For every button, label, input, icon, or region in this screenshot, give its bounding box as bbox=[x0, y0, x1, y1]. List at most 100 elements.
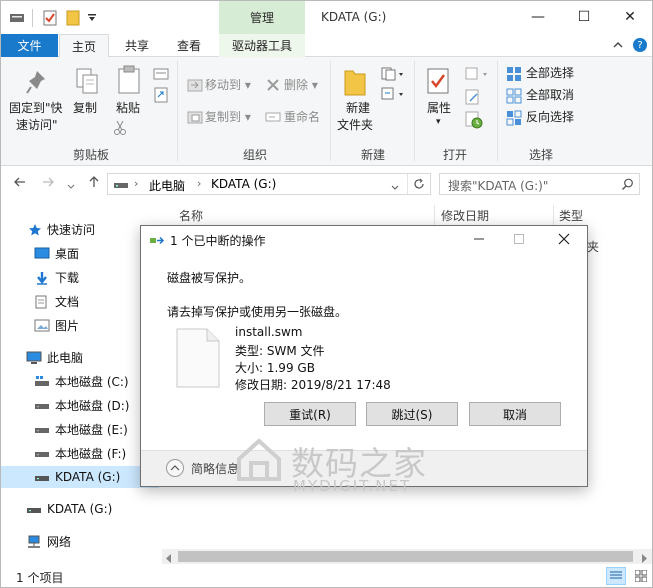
nav-disk-e[interactable]: 本地磁盘 (E:) bbox=[1, 418, 159, 440]
scrollbar-thumb[interactable] bbox=[178, 551, 633, 562]
paste-button[interactable]: 粘贴 bbox=[116, 100, 140, 117]
column-divider[interactable] bbox=[553, 205, 554, 227]
copy-to-icon bbox=[187, 109, 203, 128]
row-type-cell: 夹 bbox=[587, 240, 600, 254]
search-input[interactable]: 搜索"KDATA (G:)" bbox=[439, 173, 640, 195]
dialog-title: 1 个已中断的操作 bbox=[170, 234, 266, 248]
select-none-icon bbox=[506, 88, 522, 107]
new-folder-icon[interactable] bbox=[64, 9, 82, 27]
column-header-modified[interactable]: 修改日期 bbox=[441, 207, 489, 224]
nav-pictures[interactable]: 图片 bbox=[1, 314, 159, 336]
paste-shortcut-icon[interactable] bbox=[153, 87, 169, 106]
search-placeholder: 搜索"KDATA (G:)" bbox=[448, 179, 549, 193]
nav-downloads[interactable]: 下载 bbox=[1, 266, 159, 288]
breadcrumb-separator: › bbox=[134, 177, 139, 190]
select-none-button[interactable]: 全部取消 bbox=[526, 87, 574, 104]
star-icon bbox=[28, 223, 42, 236]
rename-button[interactable]: 重命名 bbox=[284, 109, 320, 126]
recent-dropdown-icon[interactable] bbox=[67, 178, 75, 194]
watermark-logo bbox=[233, 433, 285, 488]
edit-icon[interactable] bbox=[465, 89, 481, 108]
properties-icon bbox=[426, 67, 450, 98]
tab-share[interactable]: 共享 bbox=[115, 34, 159, 57]
copy-to-button[interactable]: 复制到 ▾ bbox=[205, 109, 251, 126]
skip-button[interactable]: 跳过(S) bbox=[366, 402, 458, 426]
dialog-close-button[interactable] bbox=[551, 227, 577, 251]
column-divider[interactable] bbox=[434, 205, 435, 227]
chevron-up-icon[interactable] bbox=[166, 459, 184, 477]
nav-this-pc[interactable]: 此电脑 bbox=[1, 346, 159, 368]
manage-tab[interactable]: 管理 bbox=[219, 1, 305, 34]
new-folder-button[interactable]: 新建 文件夹 bbox=[337, 100, 373, 134]
pin-to-quick-access-button[interactable]: 固定到"快 速访问" bbox=[9, 100, 63, 134]
new-item-icon[interactable] bbox=[381, 67, 405, 84]
details-view-icon[interactable] bbox=[606, 567, 626, 585]
window-title: KDATA (G:) bbox=[321, 10, 387, 24]
nav-kdata[interactable]: KDATA (G:) bbox=[1, 498, 159, 520]
invert-selection-icon bbox=[506, 110, 522, 129]
help-icon[interactable]: ? bbox=[633, 38, 647, 52]
download-icon bbox=[35, 271, 49, 285]
column-header-name[interactable]: 名称 bbox=[179, 207, 203, 224]
tab-home[interactable]: 主页 bbox=[59, 34, 109, 58]
fewer-details-toggle[interactable]: 简略信息 bbox=[191, 460, 239, 477]
paste-icon bbox=[117, 65, 141, 98]
nav-disk-f[interactable]: 本地磁盘 (F:) bbox=[1, 442, 159, 464]
address-bar[interactable]: › 此电脑 › KDATA (G:) bbox=[107, 173, 431, 195]
nav-network[interactable]: 网络 bbox=[1, 530, 159, 552]
column-header-type[interactable]: 类型 bbox=[559, 207, 583, 224]
nav-disk-c[interactable]: 本地磁盘 (C:) bbox=[1, 370, 159, 392]
qat-divider bbox=[32, 9, 33, 27]
invert-selection-button[interactable]: 反向选择 bbox=[526, 109, 574, 126]
copy-button[interactable]: 复制 bbox=[73, 100, 97, 117]
cut-icon[interactable] bbox=[113, 120, 127, 139]
app-icon[interactable] bbox=[9, 9, 25, 27]
dialog-maximize-button bbox=[507, 227, 531, 251]
ribbon-divider bbox=[330, 61, 331, 161]
nav-desktop[interactable]: 桌面 bbox=[1, 242, 159, 264]
open-icon[interactable] bbox=[465, 67, 489, 84]
new-group-label: 新建 bbox=[360, 148, 385, 162]
tab-file[interactable]: 文件 bbox=[1, 34, 58, 57]
easy-access-icon[interactable] bbox=[381, 87, 405, 104]
select-all-button[interactable]: 全部选择 bbox=[526, 65, 574, 82]
back-icon[interactable] bbox=[13, 175, 27, 193]
breadcrumb-this-pc[interactable]: 此电脑 bbox=[149, 177, 185, 194]
retry-button[interactable]: 重试(R) bbox=[264, 402, 356, 426]
large-icons-view-icon[interactable] bbox=[631, 567, 651, 585]
nav-disk-d[interactable]: 本地磁盘 (D:) bbox=[1, 394, 159, 416]
search-icon[interactable] bbox=[621, 178, 634, 194]
ribbon-divider bbox=[177, 61, 178, 161]
copy-icon bbox=[75, 67, 99, 98]
nav-documents[interactable]: 文档 bbox=[1, 290, 159, 312]
minimize-button[interactable]: — bbox=[515, 1, 561, 33]
close-button[interactable]: ✕ bbox=[607, 1, 652, 33]
properties-button[interactable]: 属性 ▾ bbox=[427, 100, 451, 127]
delete-icon bbox=[266, 78, 280, 95]
tab-drive-tools[interactable]: 驱动器工具 bbox=[219, 34, 305, 57]
history-icon[interactable] bbox=[465, 111, 483, 132]
up-icon[interactable] bbox=[87, 175, 101, 193]
nav-kdata-selected[interactable]: KDATA (G:) bbox=[1, 466, 159, 488]
drive-icon bbox=[34, 471, 49, 483]
ribbon-divider bbox=[414, 61, 415, 161]
cut-path-icon[interactable] bbox=[153, 67, 169, 84]
properties-icon[interactable] bbox=[41, 9, 59, 27]
dialog-minimize-button[interactable] bbox=[467, 227, 491, 251]
drive-icon bbox=[34, 399, 49, 411]
maximize-button[interactable]: ☐ bbox=[561, 1, 607, 33]
breadcrumb-separator: › bbox=[197, 177, 202, 190]
qat-dropdown[interactable] bbox=[85, 9, 99, 27]
breadcrumb-kdata[interactable]: KDATA (G:) bbox=[211, 177, 276, 191]
delete-button[interactable]: 删除 ▾ bbox=[284, 77, 318, 94]
cancel-button[interactable]: 取消 bbox=[469, 402, 561, 426]
move-to-button[interactable]: 移动到 ▾ bbox=[205, 77, 251, 94]
horizontal-scrollbar[interactable] bbox=[162, 549, 652, 564]
nav-quick-access[interactable]: 快速访问 bbox=[1, 218, 159, 240]
picture-icon bbox=[34, 319, 50, 332]
tab-view[interactable]: 查看 bbox=[166, 34, 212, 57]
forward-icon[interactable] bbox=[41, 175, 55, 193]
refresh-icon[interactable] bbox=[407, 174, 430, 194]
collapse-ribbon-icon[interactable] bbox=[612, 39, 624, 54]
address-dropdown-icon[interactable] bbox=[391, 180, 399, 194]
